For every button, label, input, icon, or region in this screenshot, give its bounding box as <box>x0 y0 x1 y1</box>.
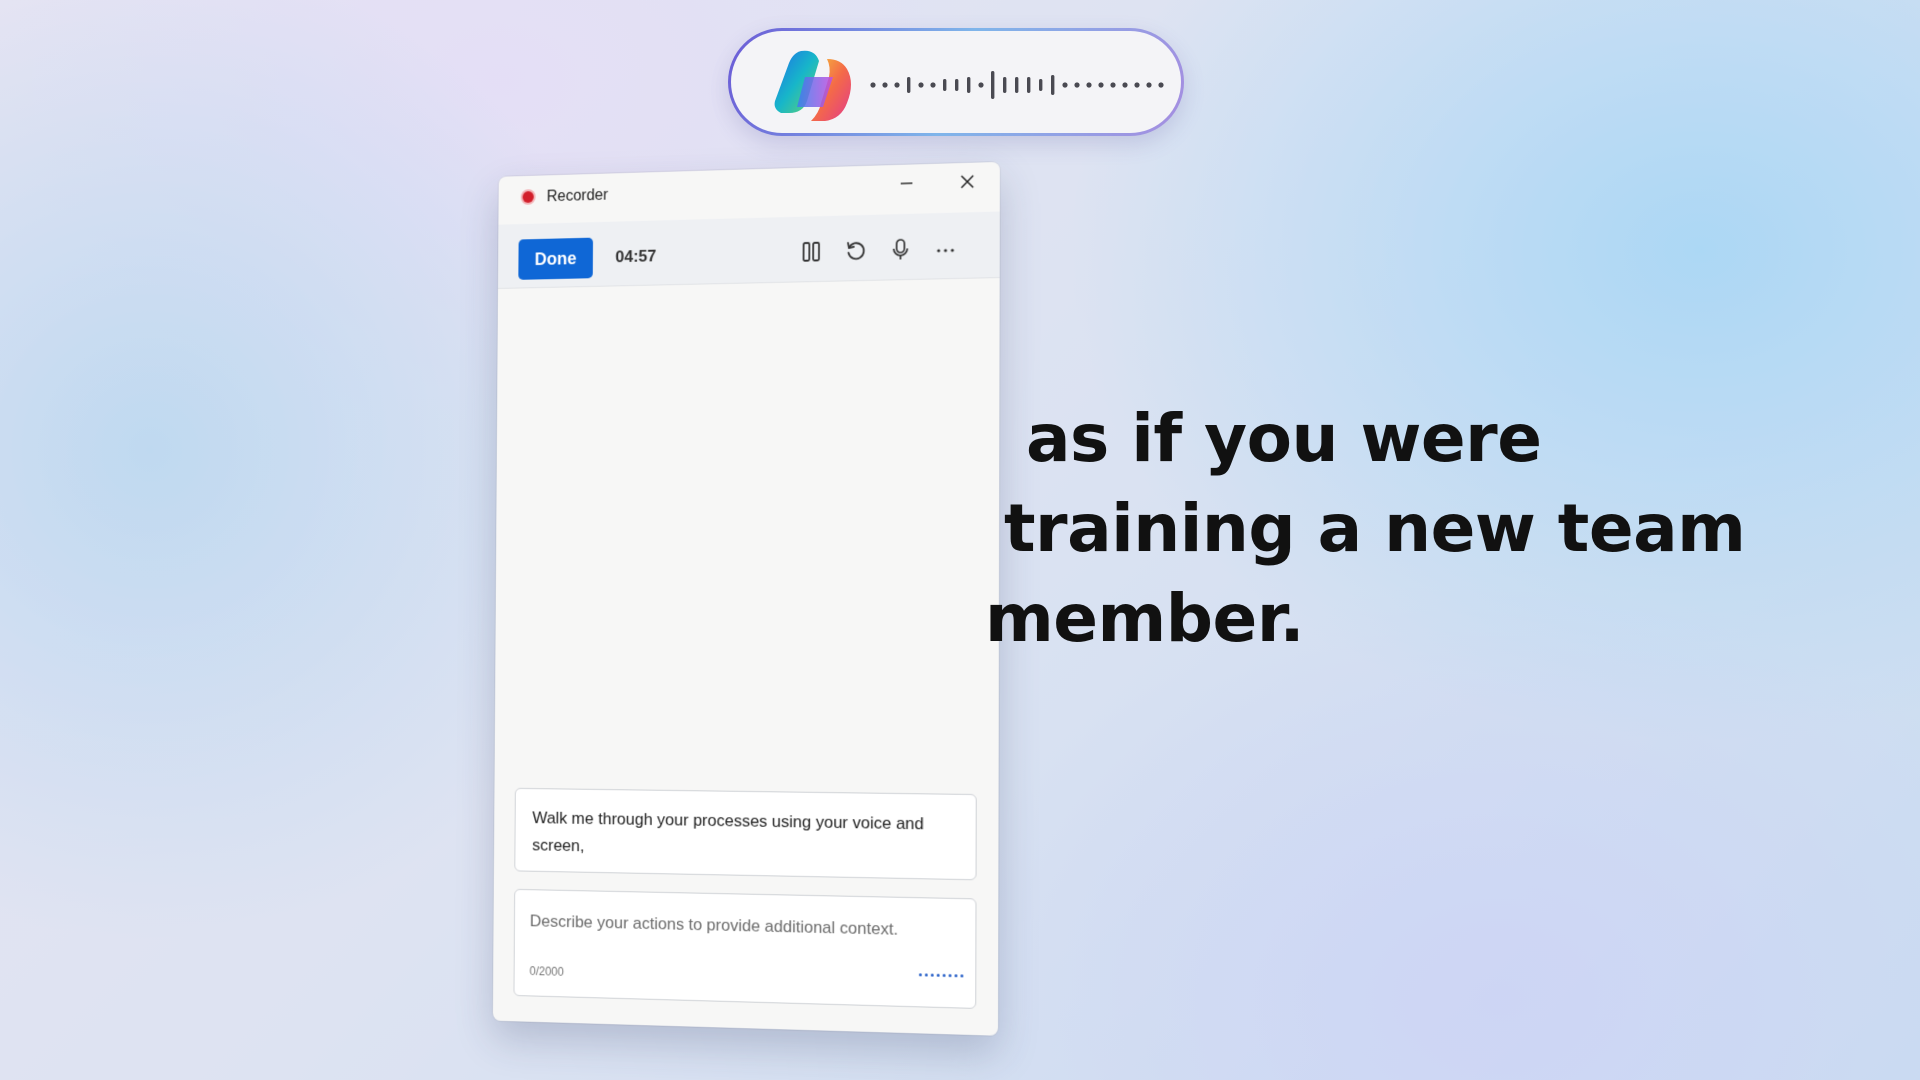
pause-icon <box>801 240 822 264</box>
context-placeholder: Describe your actions to provide additio… <box>529 911 899 939</box>
restart-icon <box>844 239 867 263</box>
copilot-logo-icon <box>774 50 851 121</box>
recorder-toolbar: Done 04:57 <box>497 211 1000 289</box>
character-count: 0/2000 <box>529 964 564 979</box>
context-input[interactable]: Describe your actions to provide additio… <box>513 888 977 1009</box>
typing-indicator-icon <box>918 973 964 978</box>
voice-waveform-icon <box>870 71 1164 99</box>
minimize-button[interactable] <box>892 170 921 200</box>
record-dot-icon <box>522 191 534 203</box>
more-options-button[interactable] <box>932 234 960 262</box>
close-icon <box>959 174 975 190</box>
instruction-prompt: Walk me through your processes using you… <box>514 787 977 881</box>
pause-button[interactable] <box>798 238 825 266</box>
recording-timer: 04:57 <box>615 246 657 267</box>
caption-line-1: as if you were <box>1026 400 1542 477</box>
voice-input-pill[interactable] <box>728 28 1184 136</box>
microphone-icon <box>890 238 912 262</box>
done-button[interactable]: Done <box>518 237 594 280</box>
more-icon <box>937 248 954 253</box>
recorder-window: Recorder Done 04:57 Walk me through your… <box>492 161 1000 1036</box>
close-button[interactable] <box>953 168 983 199</box>
caption-line-2: training a new team <box>1004 490 1746 567</box>
microphone-button[interactable] <box>887 235 914 263</box>
minimize-icon <box>899 175 915 191</box>
window-title: Recorder <box>546 187 609 206</box>
restart-button[interactable] <box>842 237 869 265</box>
caption-line-3: member. <box>985 580 1305 657</box>
